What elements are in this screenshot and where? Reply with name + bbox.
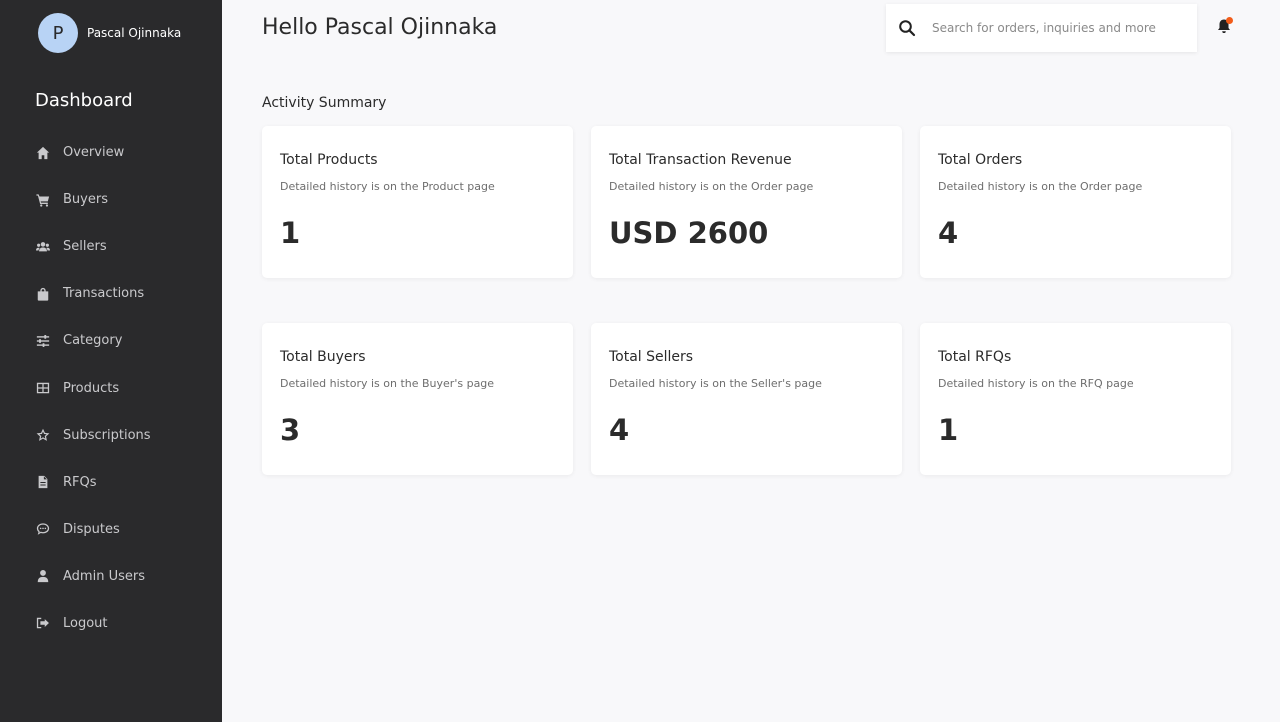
- card-total-rfqs[interactable]: Total RFQs Detailed history is on the RF…: [920, 323, 1231, 475]
- card-description: Detailed history is on the Buyer's page: [280, 377, 495, 390]
- user-profile[interactable]: P Pascal Ojinnaka: [38, 13, 181, 53]
- sidebar-item-label: Category: [63, 333, 123, 349]
- card-title: Total Products: [280, 152, 378, 168]
- main-content: Hello Pascal Ojinnaka Activity Summary T…: [222, 0, 1280, 722]
- sidebar: P Pascal Ojinnaka Dashboard Overview Buy…: [0, 0, 222, 722]
- card-title: Total Transaction Revenue: [609, 152, 792, 168]
- card-title: Total Sellers: [609, 349, 694, 365]
- section-title: Activity Summary: [262, 95, 387, 111]
- sidebar-item-products[interactable]: Products: [0, 364, 222, 411]
- sidebar-item-label: Products: [63, 380, 120, 396]
- sidebar-item-admin-users[interactable]: Admin Users: [0, 553, 222, 600]
- sidebar-item-buyers[interactable]: Buyers: [0, 176, 222, 223]
- card-value: 1: [280, 216, 301, 250]
- sidebar-item-sellers[interactable]: Sellers: [0, 223, 222, 270]
- card-description: Detailed history is on the Seller's page: [609, 377, 822, 390]
- sidebar-item-rfqs[interactable]: RFQs: [0, 459, 222, 506]
- card-total-transaction-revenue[interactable]: Total Transaction Revenue Detailed histo…: [591, 126, 902, 278]
- card-value: 4: [609, 413, 630, 447]
- sidebar-item-label: RFQs: [63, 474, 97, 490]
- sidebar-item-label: Logout: [63, 615, 108, 631]
- card-title: Total Buyers: [280, 349, 366, 365]
- sidebar-item-label: Admin Users: [63, 568, 145, 584]
- avatar[interactable]: P: [38, 13, 78, 53]
- grid-icon: [35, 381, 50, 396]
- notifications-button[interactable]: [1216, 17, 1234, 36]
- logout-icon: [35, 616, 50, 631]
- home-icon: [35, 145, 50, 160]
- sidebar-item-label: Subscriptions: [63, 427, 151, 443]
- card-value: 4: [938, 216, 959, 250]
- sidebar-item-label: Transactions: [63, 286, 145, 302]
- sidebar-item-category[interactable]: Category: [0, 317, 222, 364]
- search-icon[interactable]: [898, 19, 916, 37]
- sidebar-item-label: Buyers: [63, 192, 108, 208]
- sliders-icon: [35, 333, 50, 348]
- card-total-sellers[interactable]: Total Sellers Detailed history is on the…: [591, 323, 902, 475]
- sidebar-item-disputes[interactable]: Disputes: [0, 506, 222, 553]
- sidebar-title: Dashboard: [35, 90, 133, 111]
- sidebar-item-logout[interactable]: Logout: [0, 600, 222, 647]
- card-description: Detailed history is on the Order page: [938, 180, 1143, 193]
- page-title: Hello Pascal Ojinnaka: [262, 15, 498, 40]
- star-icon: [35, 428, 50, 443]
- cart-icon: [35, 192, 50, 207]
- card-title: Total Orders: [938, 152, 1023, 168]
- sidebar-item-overview[interactable]: Overview: [0, 129, 222, 176]
- chat-icon: [35, 522, 50, 537]
- sidebar-item-label: Sellers: [63, 239, 107, 255]
- card-description: Detailed history is on the Product page: [280, 180, 495, 193]
- card-description: Detailed history is on the RFQ page: [938, 377, 1134, 390]
- user-icon: [35, 569, 50, 584]
- bag-icon: [35, 286, 50, 301]
- card-title: Total RFQs: [938, 349, 1012, 365]
- sidebar-nav: Overview Buyers Sellers Transactions Cat…: [0, 129, 222, 647]
- sidebar-item-label: Disputes: [63, 521, 120, 537]
- sidebar-item-label: Overview: [63, 145, 125, 161]
- sidebar-item-subscriptions[interactable]: Subscriptions: [0, 412, 222, 459]
- card-total-orders[interactable]: Total Orders Detailed history is on the …: [920, 126, 1231, 278]
- card-total-products[interactable]: Total Products Detailed history is on th…: [262, 126, 573, 278]
- card-value: USD 2600: [609, 216, 769, 250]
- card-total-buyers[interactable]: Total Buyers Detailed history is on the …: [262, 323, 573, 475]
- notification-badge: [1226, 17, 1233, 24]
- search-box[interactable]: [886, 4, 1197, 52]
- file-icon: [35, 475, 50, 490]
- card-value: 3: [280, 413, 301, 447]
- users-icon: [35, 239, 50, 254]
- search-input[interactable]: [932, 21, 1182, 35]
- sidebar-item-transactions[interactable]: Transactions: [0, 270, 222, 317]
- card-value: 1: [938, 413, 959, 447]
- user-name: Pascal Ojinnaka: [87, 26, 182, 40]
- card-description: Detailed history is on the Order page: [609, 180, 814, 193]
